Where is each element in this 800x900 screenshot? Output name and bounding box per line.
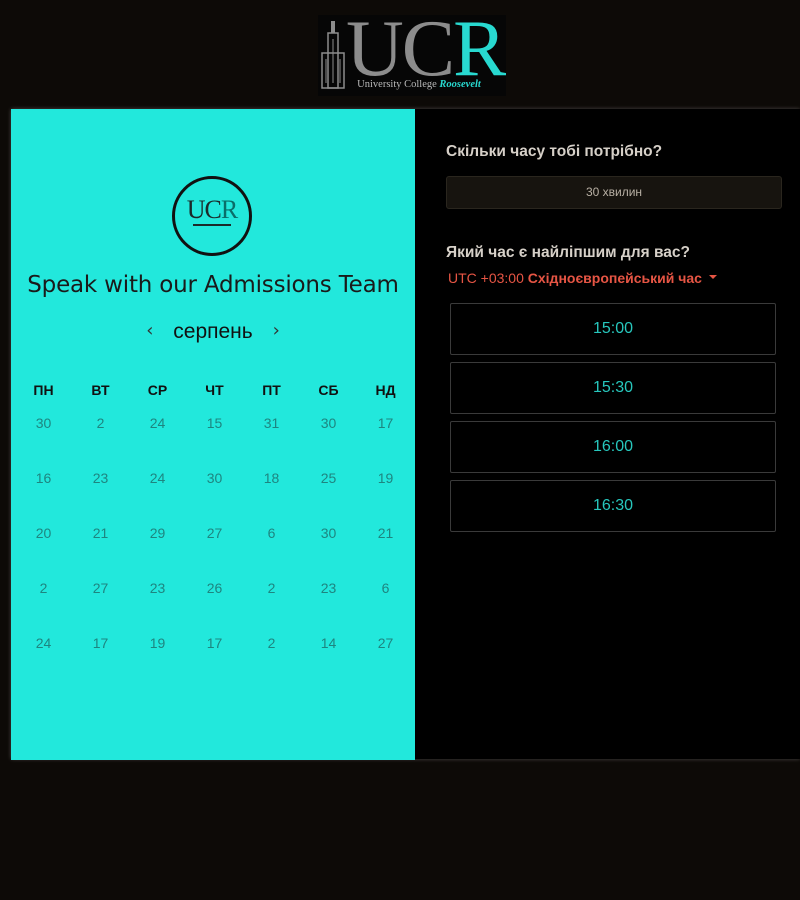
weekday-label: ПН — [33, 382, 54, 398]
calendar-day[interactable]: 2 — [243, 572, 300, 627]
calendar-day[interactable]: 19 — [357, 462, 414, 517]
calendar-day[interactable]: 16 — [15, 462, 72, 517]
calendar-panel: UCR Speak with our Admissions Team ‹ сер… — [11, 109, 415, 760]
timezone-name: Східноєвропейський час — [527, 270, 702, 286]
calendar-day[interactable]: 24 — [15, 627, 72, 682]
calendar-day[interactable]: 29 — [129, 517, 186, 572]
calendar-day[interactable]: 18 — [243, 462, 300, 517]
calendar-day[interactable]: 21 — [357, 517, 414, 572]
calendar-day[interactable]: 26 — [186, 572, 243, 627]
calendar-day[interactable]: 20 — [15, 517, 72, 572]
calendar-day[interactable]: 23 — [300, 572, 357, 627]
weekday-label: СР — [147, 382, 168, 398]
calendar-day[interactable]: 24 — [129, 407, 186, 462]
time-question: Який час є найліпшим для вас? — [446, 244, 690, 261]
weekday-header: ПН ВТ СР ЧТ ПТ СБ НД — [15, 377, 414, 407]
current-month: серпень — [173, 320, 253, 343]
calendar-grid: ПН ВТ СР ЧТ ПТ СБ НД 30 2 24 15 31 30 17 16 23 24… — [15, 377, 414, 682]
weekday-label: НД — [375, 382, 396, 398]
timezone-offset: UTC +03:00 — [448, 270, 524, 286]
logo-wordmark: UCR — [346, 15, 506, 93]
time-slot-button[interactable]: 15:30 — [450, 362, 776, 414]
weekday-label: СБ — [318, 382, 339, 398]
time-slot-button[interactable]: 16:30 — [450, 480, 776, 532]
calendar-day[interactable]: 17 — [72, 627, 129, 682]
calendar-day[interactable]: 2 — [243, 627, 300, 682]
duration-selector[interactable]: 30 хвилин — [446, 176, 782, 209]
calendar-day[interactable]: 6 — [357, 572, 414, 627]
calendar-day[interactable]: 14 — [300, 627, 357, 682]
calendar-day[interactable]: 30 — [300, 517, 357, 572]
calendar-day[interactable]: 19 — [129, 627, 186, 682]
weekday-label: ЧТ — [205, 382, 224, 398]
ucr-badge-icon: UCR — [172, 176, 252, 256]
time-slot-button[interactable]: 15:00 — [450, 303, 776, 355]
calendar-day[interactable]: 27 — [72, 572, 129, 627]
timezone-selector[interactable]: UTC +03:00 Східноєвропейський час — [448, 270, 717, 286]
time-slot-button[interactable]: 16:00 — [450, 421, 776, 473]
calendar-day[interactable]: 30 — [186, 462, 243, 517]
calendar-week: 16 23 24 30 18 25 19 — [15, 462, 414, 517]
calendar-day[interactable]: 23 — [72, 462, 129, 517]
calendar-week: 20 21 29 27 6 30 21 — [15, 517, 414, 572]
calendar-day[interactable]: 23 — [129, 572, 186, 627]
calendar-week: 30 2 24 15 31 30 17 — [15, 407, 414, 462]
calendar-week: 2 27 23 26 2 23 6 — [15, 572, 414, 627]
weekday-label: ПТ — [262, 382, 281, 398]
month-navigation: ‹ серпень › — [11, 320, 415, 344]
calendar-day[interactable]: 2 — [72, 407, 129, 462]
duration-question: Скільки часу тобі потрібно? — [446, 143, 663, 160]
calendar-week: 24 17 19 17 2 14 27 — [15, 627, 414, 682]
weekday-label: ВТ — [91, 382, 110, 398]
calendar-day[interactable]: 27 — [357, 627, 414, 682]
booking-panel: Скільки часу тобі потрібно? 30 хвилин Як… — [415, 109, 800, 759]
calendar-day[interactable]: 21 — [72, 517, 129, 572]
calendar-day[interactable]: 6 — [243, 517, 300, 572]
chevron-right-icon[interactable]: › — [259, 320, 294, 341]
chevron-left-icon[interactable]: ‹ — [132, 320, 167, 341]
calendar-day[interactable]: 27 — [186, 517, 243, 572]
calendar-day[interactable]: 17 — [186, 627, 243, 682]
calendar-day[interactable]: 30 — [300, 407, 357, 462]
ucr-logo: UCR University College Roosevelt — [318, 15, 506, 96]
calendar-day[interactable]: 30 — [15, 407, 72, 462]
calendar-day[interactable]: 24 — [129, 462, 186, 517]
calendar-day[interactable]: 2 — [15, 572, 72, 627]
calendar-day[interactable]: 15 — [186, 407, 243, 462]
calendar-day[interactable]: 31 — [243, 407, 300, 462]
page-title: Speak with our Admissions Team — [27, 272, 399, 298]
scheduling-widget: UCR Speak with our Admissions Team ‹ сер… — [11, 109, 800, 760]
logo-tagline: University College Roosevelt — [357, 79, 481, 90]
caret-down-icon — [708, 275, 717, 280]
calendar-day[interactable]: 25 — [300, 462, 357, 517]
calendar-day[interactable]: 17 — [357, 407, 414, 462]
